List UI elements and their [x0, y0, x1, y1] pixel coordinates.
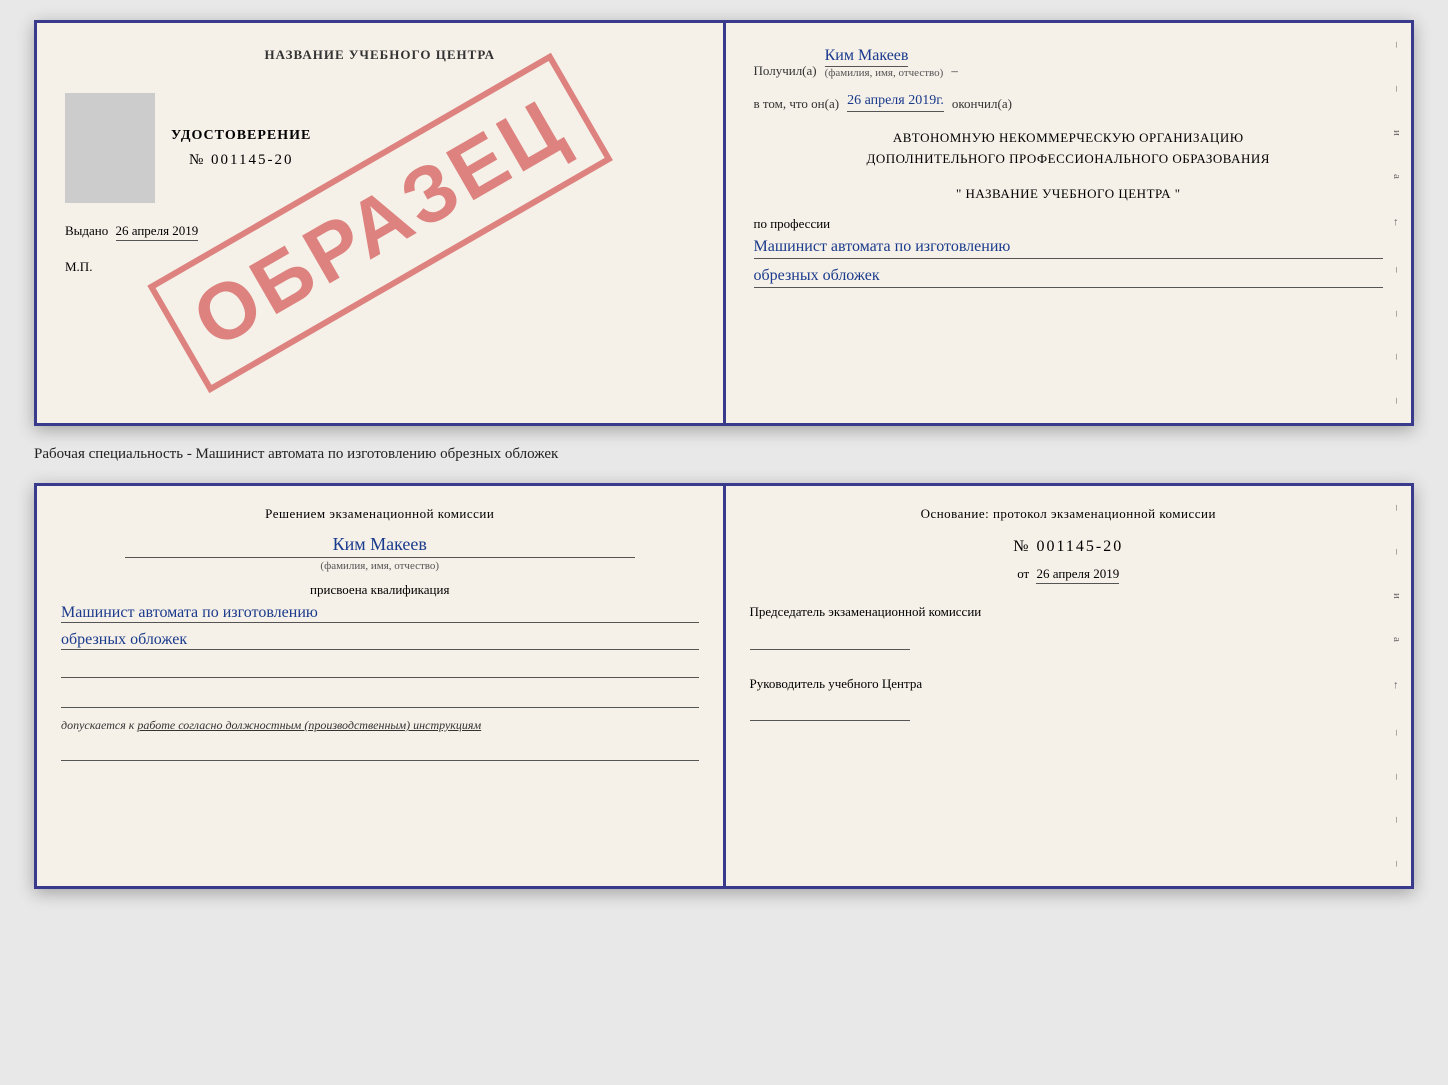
recipient-line: Получил(а) Ким Макеев (фамилия, имя, отч… [754, 47, 1384, 79]
top-left-page: НАЗВАНИЕ УЧЕБНОГО ЦЕНТРА УДОСТОВЕРЕНИЕ №… [37, 23, 726, 423]
photo-placeholder [65, 93, 155, 203]
org-name: " НАЗВАНИЕ УЧЕБНОГО ЦЕНТРА " [754, 186, 1384, 202]
recipient-name-block: Ким Макеев (фамилия, имя, отчество) [825, 47, 944, 79]
cert-title-block: УДОСТОВЕРЕНИЕ № 001145-20 [65, 93, 695, 203]
bottom-spread: Решением экзаменационной комиссии Ким Ма… [34, 483, 1414, 889]
org-line2: ДОПОЛНИТЕЛЬНОГО ПРОФЕССИОНАЛЬНОГО ОБРАЗО… [754, 149, 1384, 170]
head-block: Руководитель учебного Центра [750, 674, 1388, 727]
head-label: Руководитель учебного Центра [750, 674, 1388, 694]
bottom-right-edge-decoration: – – и а ← – – – – [1391, 486, 1403, 886]
org-line1: АВТОНОМНУЮ НЕКОММЕРЧЕСКУЮ ОРГАНИЗАЦИЮ [754, 128, 1384, 149]
recipient-sublabel: (фамилия, имя, отчество) [825, 67, 944, 79]
qualification-line2: обрезных обложек [61, 631, 699, 650]
bottom-person-sublabel: (фамилия, имя, отчество) [125, 557, 635, 572]
allow-label: допускается к [61, 718, 134, 732]
document-container: НАЗВАНИЕ УЧЕБНОГО ЦЕНТРА УДОСТОВЕРЕНИЕ №… [34, 20, 1414, 889]
bottom-person-block: Ким Макеев (фамилия, имя, отчество) [61, 534, 699, 572]
protocol-date-value: 26 апреля 2019 [1036, 566, 1119, 584]
bottom-person-name: Ким Макеев [61, 534, 699, 555]
bottom-left-page: Решением экзаменационной комиссии Ким Ма… [37, 486, 726, 886]
right-edge-decoration: – – и а ← – – – – [1391, 23, 1403, 423]
qualification-label: присвоена квалификация [61, 582, 699, 598]
top-right-page: Получил(а) Ким Макеев (фамилия, имя, отч… [726, 23, 1412, 423]
decision-header: Решением экзаменационной комиссии [61, 506, 699, 522]
qualification-line1: Машинист автомата по изготовлению [61, 604, 699, 623]
recipient-name: Ким Макеев [825, 47, 909, 67]
date-line: в том, что он(а) 26 апреля 2019г. окончи… [754, 93, 1384, 112]
cert-title-text: УДОСТОВЕРЕНИЕ [171, 128, 311, 144]
top-spread: НАЗВАНИЕ УЧЕБНОГО ЦЕНТРА УДОСТОВЕРЕНИЕ №… [34, 20, 1414, 426]
head-sig-line [750, 701, 910, 721]
blank-line-1 [61, 658, 699, 678]
blank-line-2 [61, 688, 699, 708]
separator-text: Рабочая специальность - Машинист автомат… [34, 442, 1414, 467]
org-block: АВТОНОМНУЮ НЕКОММЕРЧЕСКУЮ ОРГАНИЗАЦИЮ ДО… [754, 128, 1384, 170]
profession-line1: Машинист автомата по изготовлению [754, 238, 1384, 259]
chairman-sig-line [750, 630, 910, 650]
dash-after-name: – [951, 63, 958, 79]
protocol-date: от 26 апреля 2019 [750, 566, 1388, 582]
base-header: Основание: протокол экзаменационной коми… [750, 506, 1388, 522]
protocol-number: № 001145-20 [750, 538, 1388, 556]
school-name-header: НАЗВАНИЕ УЧЕБНОГО ЦЕНТРА [65, 47, 695, 63]
date-prefix: в том, что он(а) [754, 96, 840, 112]
cert-number: № 001145-20 [171, 152, 311, 169]
cert-title-info: УДОСТОВЕРЕНИЕ № 001145-20 [171, 128, 311, 169]
date-value: 26 апреля 2019г. [847, 93, 944, 112]
issued-date-line: Выдано 26 апреля 2019 [65, 223, 695, 239]
blank-line-3 [61, 741, 699, 761]
protocol-date-prefix: от [1017, 566, 1029, 581]
chairman-label: Председатель экзаменационной комиссии [750, 602, 1388, 622]
recipient-label: Получил(а) [754, 63, 817, 79]
chairman-block: Председатель экзаменационной комиссии [750, 602, 1388, 650]
mp-line: М.П. [65, 259, 695, 275]
issued-date: 26 апреля 2019 [116, 223, 199, 241]
date-suffix: окончил(а) [952, 96, 1012, 112]
profession-line2: обрезных обложек [754, 267, 1384, 288]
allow-text: работе согласно должностным (производств… [137, 718, 481, 732]
bottom-right-page: Основание: протокол экзаменационной коми… [726, 486, 1412, 886]
profession-label: по профессии [754, 216, 1384, 232]
issued-label: Выдано [65, 223, 108, 238]
allow-text-block: допускается к работе согласно должностны… [61, 718, 699, 733]
